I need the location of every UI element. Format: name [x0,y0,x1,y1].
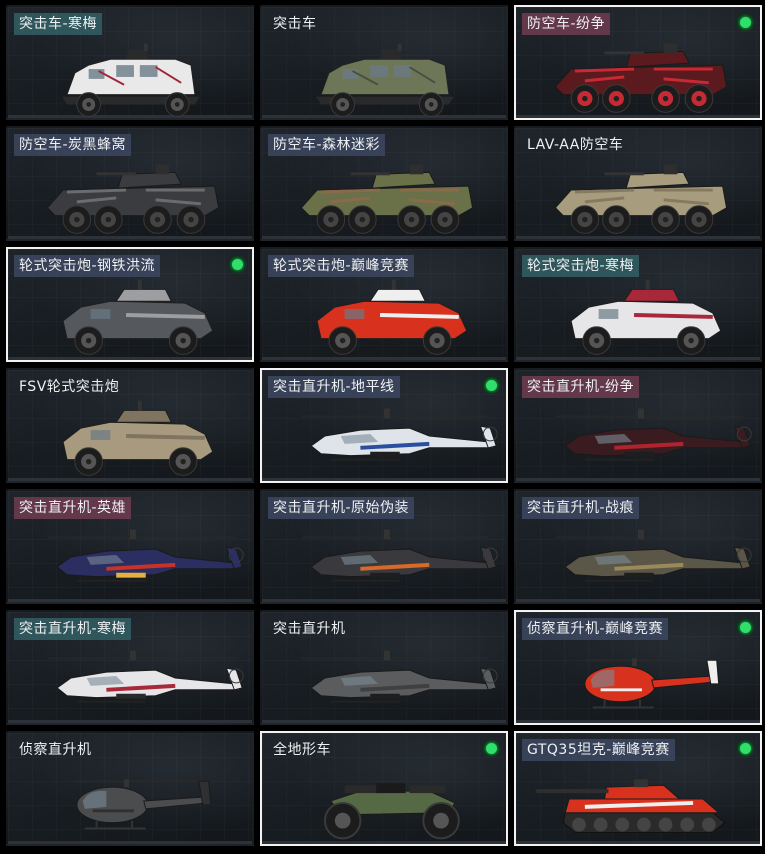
equipped-indicator-icon [736,739,754,757]
equipped-indicator-icon [228,255,246,273]
skin-card[interactable]: 轮式突击炮-巅峰竞赛 [260,247,508,362]
aa-vehicle-image [554,164,728,234]
skin-card[interactable]: 轮式突击炮-寒梅 [514,247,762,362]
skin-name-label: 突击直升机-纷争 [522,376,640,398]
skin-name-label: 突击直升机-战痕 [522,497,640,519]
attack-heli-vehicle-image [555,529,752,582]
skin-name-label: GTQ35坦克-巅峰竞赛 [522,739,675,761]
skin-card[interactable]: FSV轮式突击炮 [6,368,254,483]
skin-card[interactable]: 突击直升机-地平线 [260,368,508,483]
attack-heli-vehicle-image [301,529,498,582]
skin-name-label: 侦察直升机-巅峰竞赛 [522,618,669,640]
skin-card[interactable]: 突击车-寒梅 [6,5,254,120]
skin-card[interactable]: 轮式突击炮-钢铁洪流 [6,247,254,362]
armored-vehicle-image [62,400,214,476]
skin-card[interactable]: 全地形车 [260,731,508,846]
apc-vehicle-image [62,43,200,117]
armored-vehicle-image [62,279,214,355]
aa-vehicle-image [554,43,728,113]
skin-name-label: LAV-AA防空车 [527,137,624,153]
attack-heli-vehicle-image [47,529,244,582]
equipped-indicator-icon [482,739,500,757]
skin-name-label: 轮式突击炮-寒梅 [522,255,640,277]
attack-heli-vehicle-image [47,650,244,703]
skin-card[interactable]: 突击直升机-原始伪装 [260,489,508,604]
attack-heli-vehicle-image [555,408,752,461]
skin-name-label: 防空车-炭黑蜂窝 [14,134,132,156]
skin-name-label: 防空车-森林迷彩 [268,134,386,156]
skin-card[interactable]: 突击直升机-战痕 [514,489,762,604]
skin-card[interactable]: 突击直升机-寒梅 [6,610,254,725]
skin-card[interactable]: GTQ35坦克-巅峰竞赛 [514,731,762,846]
skin-name-label: 突击直升机 [273,621,346,637]
skin-card[interactable]: 突击车 [260,5,508,120]
skin-name-label: 防空车-纷争 [522,13,611,35]
skin-name-label: FSV轮式突击炮 [19,379,120,395]
skin-name-label: 突击车-寒梅 [14,13,103,35]
equipped-indicator-icon [482,376,500,394]
skin-name-label: 轮式突击炮-巅峰竞赛 [268,255,415,277]
scout-heli-vehicle-image [584,658,720,709]
attack-heli-vehicle-image [301,650,498,703]
aa-vehicle-image [46,164,220,234]
skin-name-label: 轮式突击炮-钢铁洪流 [14,255,161,277]
skin-card[interactable]: 侦察直升机-巅峰竞赛 [514,610,762,725]
skin-name-label: 突击直升机-地平线 [268,376,400,398]
skin-card[interactable]: 防空车-纷争 [514,5,762,120]
apc-vehicle-image [316,43,454,117]
skin-card[interactable]: 突击直升机-纷争 [514,368,762,483]
atv-vehicle-image [323,783,460,840]
skin-card[interactable]: 防空车-炭黑蜂窝 [6,126,254,241]
skin-name-label: 突击直升机-英雄 [14,497,132,519]
armored-vehicle-image [316,279,468,355]
skin-grid: 突击车-寒梅 突击车 防空车-纷争防空车-炭黑蜂窝 防空车-森林迷彩 LAV-AA防空车… [0,0,765,854]
scout-heli-vehicle-image [76,779,212,830]
skin-name-label: 突击直升机-原始伪装 [268,497,415,519]
skin-name-label: 突击直升机-寒梅 [14,618,132,640]
skin-name-label: 全地形车 [273,742,331,758]
skin-card[interactable]: LAV-AA防空车 [514,126,762,241]
equipped-indicator-icon [736,618,754,636]
skin-card[interactable]: 突击直升机-英雄 [6,489,254,604]
equipped-indicator-icon [736,13,754,31]
skin-card[interactable]: 侦察直升机 [6,731,254,846]
tank-vehicle-image [535,779,726,833]
aa-vehicle-image [300,164,474,234]
skin-name-label: 侦察直升机 [19,742,92,758]
armored-vehicle-image [570,279,722,355]
skin-card[interactable]: 防空车-森林迷彩 [260,126,508,241]
skin-card[interactable]: 突击直升机 [260,610,508,725]
skin-name-label: 突击车 [273,16,317,32]
attack-heli-vehicle-image [301,408,498,461]
